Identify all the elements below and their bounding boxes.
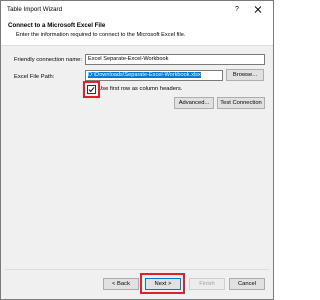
test-connection-button[interactable]: Test Connection [217, 97, 265, 109]
checkmark-icon [88, 87, 95, 93]
back-button[interactable]: < Back [103, 278, 139, 290]
wizard-header: Connect to a Microsoft Excel File Enter … [1, 18, 273, 46]
title-bar: Table Import Wizard ? [1, 1, 273, 18]
file-path-input[interactable]: D:\Downloads\Separate-Excel-Workbook.xls… [85, 70, 223, 81]
friendly-name-input[interactable]: Excel Separate-Excel-Workbook [85, 54, 265, 65]
footer-divider [5, 269, 269, 270]
window-title: Table Import Wizard [7, 6, 63, 13]
friendly-name-label: Friendly connection name: [14, 57, 82, 63]
friendly-name-value: Excel Separate-Excel-Workbook [88, 56, 169, 62]
table-import-wizard-dialog: Table Import Wizard ? Connect to a Micro… [0, 0, 274, 300]
cancel-button[interactable]: Cancel [229, 278, 265, 290]
page-subheading: Enter the information required to connec… [16, 32, 186, 38]
file-path-value: D:\Downloads\Separate-Excel-Workbook.xls… [88, 72, 201, 78]
browse-button[interactable]: Browse... [226, 69, 264, 81]
advanced-button[interactable]: Advanced... [174, 97, 214, 109]
first-row-headers-checkbox[interactable] [87, 85, 96, 94]
finish-button[interactable]: Finish [189, 278, 225, 290]
page-heading: Connect to a Microsoft Excel File [8, 22, 106, 29]
first-row-headers-label: Use first row as column headers. [98, 86, 183, 92]
help-button[interactable]: ? [231, 4, 243, 15]
file-path-label: Excel File Path: [14, 74, 55, 80]
close-icon[interactable] [251, 3, 265, 16]
next-button[interactable]: Next > [145, 278, 181, 290]
